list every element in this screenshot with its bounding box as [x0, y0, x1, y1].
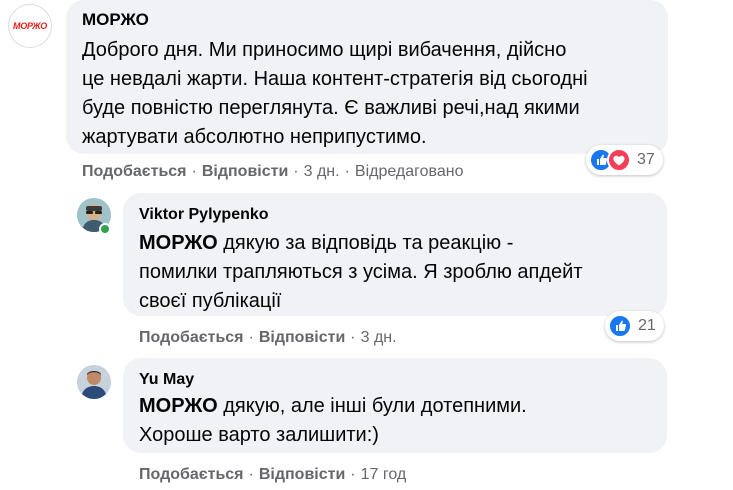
reply-button[interactable]: Відповісти [202, 163, 288, 180]
comment-line: Хороше варто залишити:) [139, 424, 379, 446]
reply-button[interactable]: Відповісти [259, 329, 345, 346]
comment-line: Доброго дня. Ми приносимо щирі вибачення… [82, 39, 567, 61]
comment-actions: Подобається · Відповісти · 3 дн. · Відредагова… [82, 163, 464, 181]
comment-author[interactable]: Yu May [139, 371, 194, 389]
avatar[interactable]: МОРЖО [8, 4, 52, 48]
brand-logo-text: МОРЖО [13, 21, 47, 31]
mention-link[interactable]: МОРЖО [139, 395, 218, 417]
avatar-image [77, 365, 111, 399]
timestamp[interactable]: 3 дн. [304, 163, 340, 180]
comment-yu-may: Yu May МОРЖО дякую, але інші були дотепн… [0, 357, 733, 490]
comment-line: буде повністю переглянута. Є важливі реч… [82, 97, 580, 119]
comment-line: жартувати абсолютно неприпустимо. [82, 126, 427, 148]
comment-text: Доброго дня. Ми приносимо щирі вибачення… [82, 36, 588, 152]
comment-bubble: Yu May МОРЖО дякую, але інші були дотепн… [123, 358, 667, 453]
like-icon [608, 314, 632, 338]
timestamp[interactable]: 17 год [361, 466, 407, 483]
comment-bubble: Viktor Pylypenko МОРЖО дякую за відповід… [123, 193, 667, 316]
separator-dot: · [293, 163, 299, 180]
like-button[interactable]: Подобається [139, 329, 244, 346]
reactions-summary[interactable]: 37 [586, 145, 663, 175]
comment-bubble: МОРЖО Доброго дня. Ми приносимо щирі виб… [66, 0, 668, 154]
mention-link[interactable]: МОРЖО [139, 232, 218, 254]
reaction-count: 37 [637, 151, 655, 168]
comment-line: помилки трапляються з усіма. Я зроблю ап… [139, 261, 583, 283]
comment-line-rest: дякую за відповідь та реакцію - [217, 232, 514, 254]
comment-line: це невдалі жарти. Наша контент-стратегія… [82, 68, 588, 90]
reactions-summary[interactable]: 21 [605, 311, 664, 341]
comment-actions: Подобається · Відповісти · 17 год [139, 466, 406, 484]
like-button[interactable]: Подобається [82, 163, 187, 180]
avatar[interactable] [77, 365, 111, 399]
comment-author[interactable]: МОРЖО [82, 10, 149, 30]
comment-line-rest: дякую, але інші були дотепними. [217, 395, 527, 417]
separator-dot: · [350, 466, 356, 483]
reply-button[interactable]: Відповісти [259, 466, 345, 483]
comment-text: МОРЖО дякую, але інші були дотепними. Хо… [139, 392, 527, 450]
separator-dot: · [344, 163, 350, 180]
reaction-count: 21 [638, 317, 656, 334]
comment-line: своєї публікації [139, 290, 282, 312]
separator-dot: · [191, 163, 197, 180]
like-button[interactable]: Подобається [139, 466, 244, 483]
online-status-indicator [99, 223, 111, 235]
separator-dot: · [350, 329, 356, 346]
separator-dot: · [248, 329, 254, 346]
comment-line: МОРЖО дякую за відповідь та реакцію - [139, 229, 583, 258]
comment-morzho: МОРЖО МОРЖО Доброго дня. Ми приносимо щи… [0, 0, 733, 190]
comment-author[interactable]: Viktor Pylypenko [139, 206, 269, 224]
timestamp[interactable]: 3 дн. [361, 329, 397, 346]
edited-label: Відредаговано [354, 163, 464, 180]
love-icon [607, 148, 631, 172]
comment-text: МОРЖО дякую за відповідь та реакцію - по… [139, 229, 583, 316]
comment-actions: Подобається · Відповісти · 3 дн. [139, 329, 397, 347]
comment-viktor: Viktor Pylypenko МОРЖО дякую за відповід… [0, 190, 733, 350]
comment-line: МОРЖО дякую, але інші були дотепними. [139, 392, 527, 421]
separator-dot: · [248, 466, 254, 483]
